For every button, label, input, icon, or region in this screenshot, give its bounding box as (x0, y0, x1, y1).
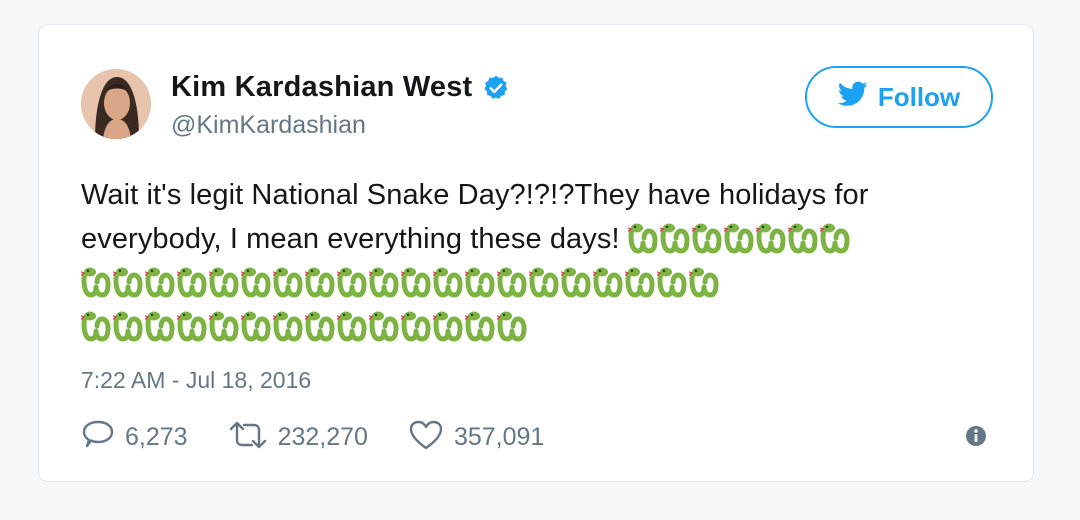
tweet-text-line-2: everybody, I mean everything these days! (81, 223, 620, 255)
snake-emoji (208, 264, 239, 298)
snake-emoji (80, 264, 111, 298)
snake-emoji (688, 264, 719, 298)
like-count: 357,091 (453, 423, 545, 451)
snake-emoji (240, 308, 271, 342)
snake-emoji (80, 308, 111, 342)
user-handle[interactable]: @KimKardashian (171, 111, 366, 140)
snake-emoji (592, 264, 623, 298)
snake-emoji (272, 264, 303, 298)
retweet-icon (228, 420, 268, 455)
snake-emoji (112, 308, 143, 342)
snake-emoji (304, 264, 335, 298)
reply-count: 6,273 (125, 423, 188, 451)
snake-emoji (272, 308, 303, 342)
verified-badge-icon (482, 74, 510, 102)
snake-emoji (496, 264, 527, 298)
snake-emoji (464, 308, 495, 342)
snake-emoji (176, 308, 207, 342)
reply-icon (81, 419, 115, 456)
snake-emoji (723, 220, 754, 254)
tweet-text: Wait it's legit National Snake Day?!?!?T… (80, 173, 1001, 349)
snake-emoji (659, 220, 690, 254)
twitter-bird-icon (837, 81, 868, 114)
like-action[interactable]: 357,091 (408, 419, 544, 456)
info-icon[interactable] (965, 425, 987, 447)
follow-button[interactable]: Follow (805, 66, 993, 128)
snake-emoji (755, 220, 786, 254)
snake-emoji (112, 264, 143, 298)
follow-label: Follow (877, 81, 961, 112)
heart-icon (408, 419, 444, 456)
snake-emoji (819, 220, 850, 254)
snake-emoji (787, 220, 818, 254)
snake-emoji (528, 264, 559, 298)
display-name[interactable]: Kim Kardashian West (171, 71, 472, 104)
snake-emoji (336, 264, 367, 298)
snake-emoji (176, 264, 207, 298)
name-row: Kim Kardashian West (171, 71, 510, 104)
tweet-timestamp[interactable]: 7:22 AM - Jul 18, 2016 (81, 367, 311, 394)
snake-emoji (624, 264, 655, 298)
snake-emoji (368, 308, 399, 342)
snake-emoji (464, 264, 495, 298)
snake-emoji (368, 264, 399, 298)
snake-emoji (240, 264, 271, 298)
tweet-text-line-1: Wait it's legit National Snake Day?!?!?T… (81, 179, 869, 211)
reply-action[interactable]: 6,273 (81, 419, 188, 456)
snake-emoji (144, 308, 175, 342)
tweet-actions: 6,273 232,270 357,091 (81, 419, 584, 456)
snake-emoji (656, 264, 687, 298)
retweet-count: 232,270 (277, 423, 368, 451)
snake-emoji (432, 308, 463, 342)
snake-emoji (627, 220, 658, 254)
tweet-card: Kim Kardashian West @KimKardashian Follo… (38, 24, 1034, 482)
snake-emoji (432, 264, 463, 298)
snake-emoji (208, 308, 239, 342)
snake-emoji (400, 264, 431, 298)
snake-emoji (496, 308, 527, 342)
avatar[interactable] (81, 69, 151, 139)
snake-emoji (336, 308, 367, 342)
snake-emoji (144, 264, 175, 298)
snake-emoji (304, 308, 335, 342)
snake-emoji (560, 264, 591, 298)
snake-emoji (691, 220, 722, 254)
snake-emoji (400, 308, 431, 342)
retweet-action[interactable]: 232,270 (228, 420, 368, 455)
